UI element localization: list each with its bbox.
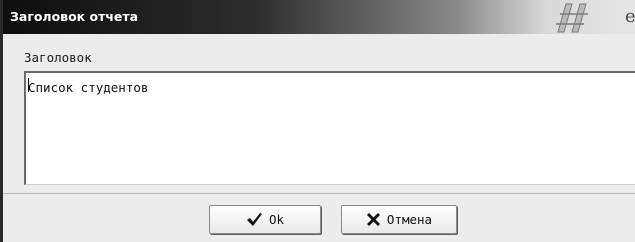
- x-icon: [366, 212, 381, 227]
- title-bar[interactable]: Заголовок отчета e: [3, 0, 635, 34]
- title-textarea-value: Список студентов: [28, 80, 149, 95]
- cancel-button[interactable]: Отмена: [341, 205, 457, 234]
- title-field-label: Заголовок: [24, 50, 92, 65]
- checkmark-icon: [246, 212, 263, 227]
- ok-button-label: Ok: [268, 212, 285, 227]
- window-decoration-icon: [556, 3, 588, 33]
- ok-button[interactable]: Ok: [209, 205, 321, 234]
- window-button-icon[interactable]: e: [625, 6, 635, 27]
- button-area-divider: [3, 193, 635, 194]
- cancel-button-label: Отмена: [386, 212, 433, 227]
- title-textarea[interactable]: Список студентов: [24, 71, 635, 185]
- text-cursor: [28, 78, 29, 92]
- window-title: Заголовок отчета: [10, 9, 139, 24]
- report-title-dialog: Заголовок отчета e Заголовок Список студ…: [0, 0, 635, 242]
